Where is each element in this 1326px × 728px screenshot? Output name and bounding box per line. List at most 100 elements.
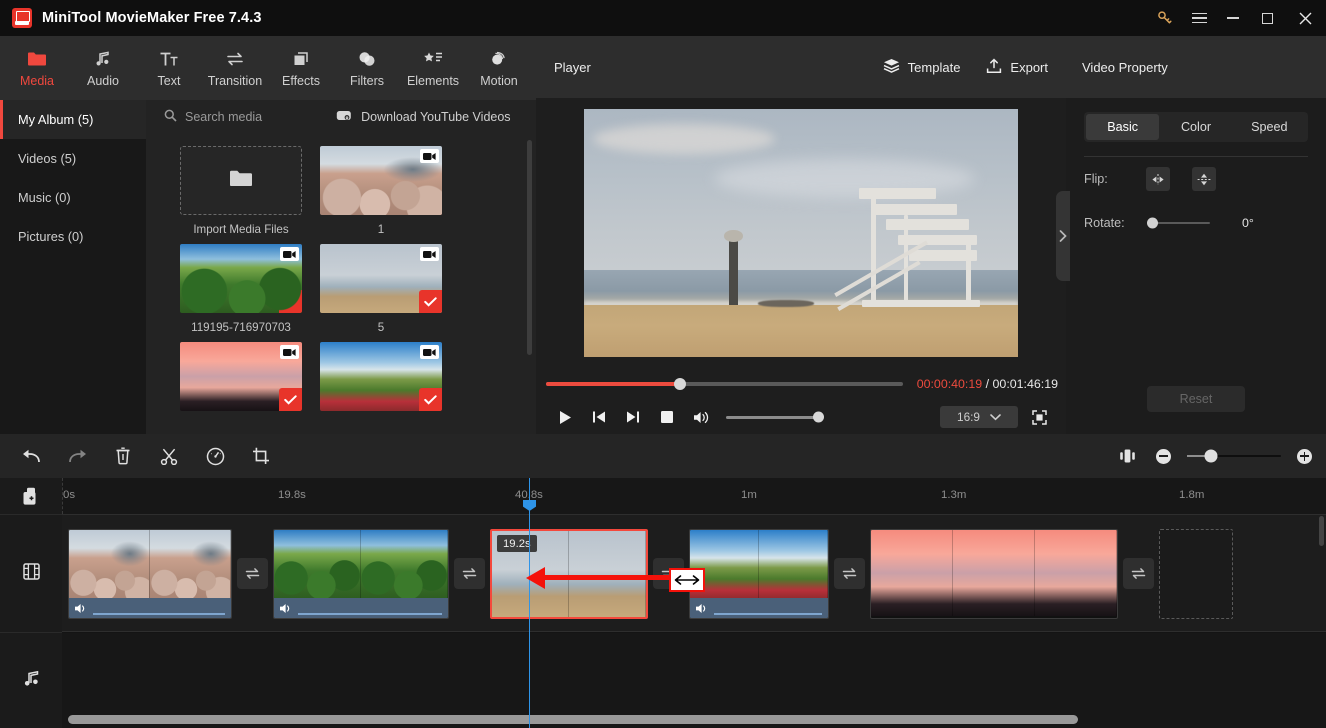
table-row[interactable] bbox=[273, 529, 449, 619]
media-selected-checkmark[interactable] bbox=[419, 388, 442, 411]
media-selected-checkmark[interactable] bbox=[279, 388, 302, 411]
playhead[interactable] bbox=[529, 478, 530, 728]
player-controls: 00:00:40:19 / 00:01:46:19 16:9 bbox=[536, 368, 1066, 434]
timeline-ruler[interactable]: 0s 19.8s 40.8s 1m 1.3m 1.8m bbox=[62, 478, 1326, 514]
ribbon-item-effects[interactable]: Effects bbox=[268, 36, 334, 100]
speed-button[interactable] bbox=[202, 443, 228, 469]
media-thumbnail[interactable] bbox=[320, 244, 442, 313]
media-row: 119195-716970703 5 bbox=[180, 244, 536, 334]
volume-handle[interactable] bbox=[813, 411, 824, 423]
rotate-handle[interactable] bbox=[1147, 217, 1158, 229]
media-selected-checkmark[interactable] bbox=[279, 290, 302, 313]
table-row[interactable] bbox=[689, 529, 829, 619]
add-media-icon[interactable] bbox=[0, 478, 62, 514]
crop-button[interactable] bbox=[248, 443, 274, 469]
stop-icon[interactable] bbox=[650, 402, 684, 432]
table-row[interactable] bbox=[870, 529, 1118, 619]
volume-slider[interactable] bbox=[726, 411, 824, 423]
next-frame-icon[interactable] bbox=[616, 402, 650, 432]
export-button[interactable]: Export bbox=[986, 57, 1048, 77]
selected-clip[interactable]: 19.2s bbox=[490, 529, 648, 619]
close-icon[interactable] bbox=[1284, 0, 1326, 36]
tab-speed[interactable]: Speed bbox=[1233, 114, 1306, 140]
ribbon-item-audio[interactable]: Audio bbox=[70, 36, 136, 100]
minimize-icon[interactable] bbox=[1216, 0, 1250, 36]
table-row[interactable] bbox=[68, 529, 232, 619]
sidebar-item-pictures[interactable]: Pictures (0) bbox=[0, 217, 146, 256]
ribbon-item-media[interactable]: Media bbox=[4, 36, 70, 100]
zoom-in-icon[interactable] bbox=[1297, 448, 1312, 464]
media-selected-checkmark[interactable] bbox=[419, 290, 442, 313]
ribbon-label: Filters bbox=[349, 73, 385, 88]
split-view-icon[interactable] bbox=[1114, 443, 1140, 469]
ribbon-item-motion[interactable]: Motion bbox=[466, 36, 532, 100]
media-selected-checkmark[interactable] bbox=[419, 192, 442, 215]
ribbon-label: Motion bbox=[480, 73, 518, 88]
ribbon-item-filters[interactable]: Filters bbox=[334, 36, 400, 100]
template-button[interactable]: Template bbox=[883, 58, 960, 76]
timeline-horizontal-scrollbar[interactable] bbox=[68, 715, 1078, 724]
seek-handle[interactable] bbox=[673, 378, 686, 390]
maximize-icon[interactable] bbox=[1250, 0, 1284, 36]
media-item[interactable]: 119195-716970703 bbox=[180, 244, 302, 334]
search-input[interactable]: Search media bbox=[164, 109, 262, 125]
transition-arrows-icon[interactable] bbox=[1123, 558, 1154, 589]
import-dropzone[interactable] bbox=[180, 146, 302, 215]
clip-audio-bar bbox=[690, 598, 828, 618]
fullscreen-icon[interactable] bbox=[1024, 404, 1054, 430]
zoom-slider[interactable] bbox=[1187, 449, 1281, 463]
transition-arrows-icon[interactable] bbox=[834, 558, 865, 589]
import-media-cell[interactable]: Import Media Files bbox=[180, 146, 302, 236]
flip-vertical-icon[interactable] bbox=[1192, 167, 1216, 191]
reset-button[interactable]: Reset bbox=[1147, 386, 1245, 412]
hamburger-menu-icon[interactable] bbox=[1182, 0, 1216, 36]
audio-track-header[interactable] bbox=[0, 632, 62, 728]
zoom-handle[interactable] bbox=[1204, 449, 1218, 463]
video-preview[interactable] bbox=[584, 109, 1018, 357]
time-readout: 00:00:40:19 / 00:01:46:19 bbox=[917, 377, 1058, 391]
volume-icon[interactable] bbox=[684, 402, 718, 432]
ribbon-item-text[interactable]: Text bbox=[136, 36, 202, 100]
timeline-vertical-scrollbar[interactable] bbox=[1319, 516, 1324, 546]
timeline: 0s 19.8s 40.8s 1m 1.3m 1.8m bbox=[0, 478, 1326, 728]
clip-waveform bbox=[714, 613, 822, 615]
sidebar-item-my-album[interactable]: My Album (5) bbox=[0, 100, 146, 139]
ribbon-item-transition[interactable]: Transition bbox=[202, 36, 268, 100]
media-item[interactable]: 5 bbox=[320, 244, 442, 334]
media-item[interactable] bbox=[320, 342, 442, 411]
tab-color[interactable]: Color bbox=[1159, 114, 1232, 140]
media-thumbnail[interactable] bbox=[180, 342, 302, 411]
video-track-header[interactable] bbox=[0, 514, 62, 632]
zoom-out-icon[interactable] bbox=[1156, 448, 1171, 464]
media-item[interactable]: 1 bbox=[320, 146, 442, 236]
media-thumbnail[interactable] bbox=[320, 342, 442, 411]
sidebar-item-music[interactable]: Music (0) bbox=[0, 178, 146, 217]
chevron-right-icon[interactable] bbox=[1056, 191, 1070, 281]
library-scrollbar[interactable] bbox=[527, 140, 532, 355]
split-button[interactable] bbox=[156, 443, 182, 469]
key-icon[interactable] bbox=[1148, 0, 1182, 36]
previous-frame-icon[interactable] bbox=[582, 402, 616, 432]
play-icon[interactable] bbox=[548, 402, 582, 432]
tab-basic[interactable]: Basic bbox=[1086, 114, 1160, 140]
download-youtube-videos-button[interactable]: Download YouTube Videos bbox=[336, 109, 511, 125]
sidebar-item-videos[interactable]: Videos (5) bbox=[0, 139, 146, 178]
undo-button[interactable] bbox=[18, 443, 44, 469]
transition-arrows-icon[interactable] bbox=[454, 558, 485, 589]
flip-horizontal-icon[interactable] bbox=[1146, 167, 1170, 191]
video-badge-icon bbox=[420, 247, 439, 261]
redo-button[interactable] bbox=[64, 443, 90, 469]
media-thumbnail[interactable] bbox=[180, 244, 302, 313]
audio-track[interactable] bbox=[62, 633, 1326, 728]
timeline-end-slot[interactable] bbox=[1159, 529, 1233, 619]
seek-slider[interactable] bbox=[546, 378, 903, 390]
delete-button[interactable] bbox=[110, 443, 136, 469]
media-item[interactable] bbox=[180, 342, 302, 411]
transition-arrows-icon[interactable] bbox=[237, 558, 268, 589]
transition-arrows-icon bbox=[225, 49, 245, 69]
ribbon-item-elements[interactable]: Elements bbox=[400, 36, 466, 100]
aspect-ratio-select[interactable]: 16:9 bbox=[940, 406, 1018, 428]
sidebar-item-label: Videos (5) bbox=[18, 151, 77, 166]
media-thumbnail[interactable] bbox=[320, 146, 442, 215]
rotate-slider[interactable] bbox=[1147, 217, 1210, 229]
